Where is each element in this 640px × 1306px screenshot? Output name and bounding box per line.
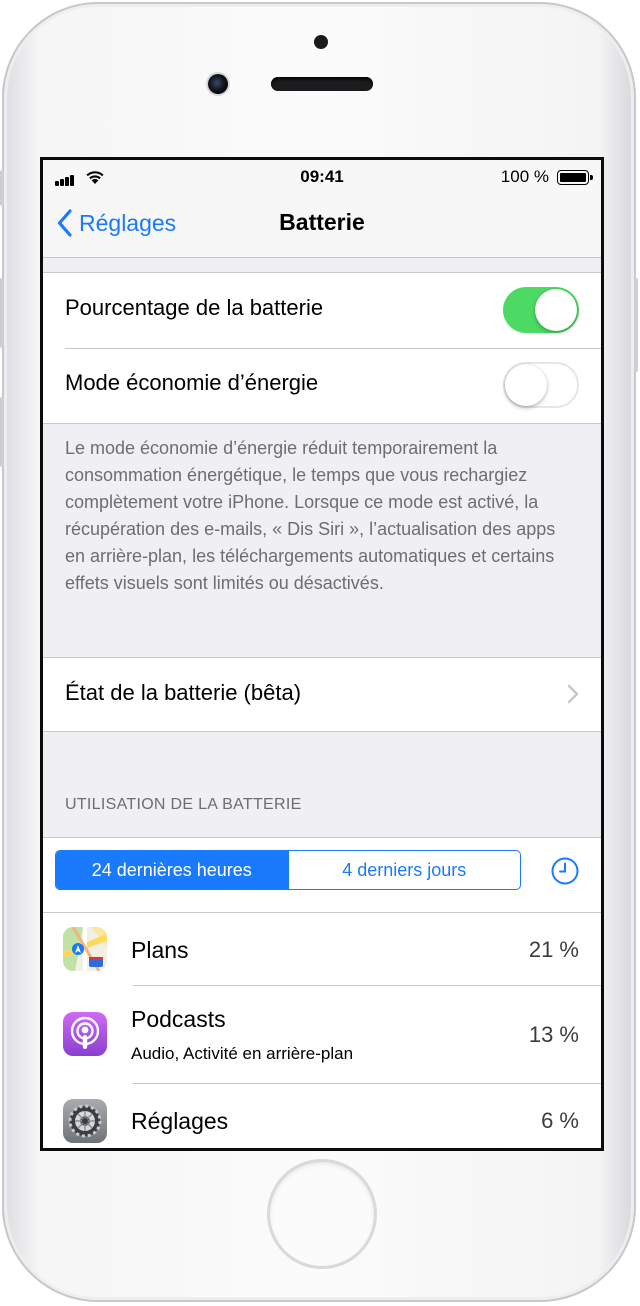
power-button bbox=[634, 278, 638, 372]
app-name: Réglages bbox=[131, 1108, 229, 1134]
battery-health-row[interactable]: État de la batterie (bêta) bbox=[43, 658, 601, 731]
front-camera bbox=[208, 74, 228, 94]
app-usage-row-reglages[interactable]: Réglages 6 % bbox=[43, 1085, 601, 1148]
proximity-sensor bbox=[314, 35, 328, 49]
volume-up-button bbox=[0, 278, 4, 348]
battery-percentage-toggle[interactable] bbox=[503, 287, 579, 333]
divider bbox=[133, 1083, 601, 1084]
app-percent: 6 % bbox=[541, 1108, 579, 1133]
battery-icon bbox=[557, 170, 593, 185]
volume-down-button bbox=[0, 397, 4, 467]
app-percent: 13 % bbox=[528, 1022, 579, 1047]
toggle-knob bbox=[535, 289, 577, 331]
maps-app-icon bbox=[63, 927, 107, 971]
low-power-mode-footnote: Le mode économie d’énergie réduit tempor… bbox=[65, 438, 556, 593]
chevron-right-icon bbox=[567, 684, 579, 704]
app-name: Podcasts bbox=[131, 1006, 226, 1032]
home-button[interactable] bbox=[270, 1162, 374, 1266]
page-title: Batterie bbox=[279, 209, 365, 235]
segment-24-hours[interactable]: 24 dernières heures bbox=[56, 851, 288, 889]
battery-percentage-label: Pourcentage de la batterie bbox=[65, 295, 324, 320]
app-percent: 21 % bbox=[528, 937, 579, 962]
app-usage-row-podcasts[interactable]: Podcasts Audio, Activité en arrière-plan… bbox=[43, 986, 601, 1084]
toggle-knob bbox=[505, 364, 547, 406]
battery-percent-text: 100 % bbox=[500, 167, 549, 186]
app-subtitle: Audio, Activité en arrière-plan bbox=[131, 1044, 354, 1063]
status-bar: 09:41 100 % bbox=[43, 160, 601, 194]
earpiece-speaker bbox=[271, 77, 373, 91]
battery-percentage-row: Pourcentage de la batterie bbox=[43, 273, 601, 348]
low-power-mode-row: Mode économie d’énergie bbox=[43, 348, 601, 423]
screen: 09:41 100 % Réglages Batterie Pourcentag… bbox=[40, 157, 604, 1151]
clock-icon[interactable] bbox=[551, 857, 579, 885]
navigation-bar: 09:41 100 % Réglages Batterie bbox=[43, 160, 601, 258]
battery-health-group: État de la batterie (bêta) bbox=[43, 657, 601, 732]
battery-settings-group: Pourcentage de la batterie Mode économie… bbox=[43, 272, 601, 424]
app-name: Plans bbox=[131, 937, 189, 963]
app-usage-row-plans[interactable]: Plans 21 % bbox=[43, 913, 601, 986]
battery-health-label: État de la batterie (bêta) bbox=[65, 680, 302, 705]
mute-switch bbox=[0, 170, 4, 206]
low-power-mode-toggle[interactable] bbox=[503, 362, 579, 408]
segment-4-days[interactable]: 4 derniers jours bbox=[287, 851, 521, 889]
battery-usage-header: UTILISATION DE LA BATTERIE bbox=[65, 796, 302, 813]
usage-period-segmented-control: 24 dernières heures 4 derniers jours bbox=[55, 850, 521, 890]
iphone-device-frame: 09:41 100 % Réglages Batterie Pourcentag… bbox=[0, 2, 638, 1302]
settings-app-icon bbox=[63, 1099, 107, 1143]
podcasts-app-icon bbox=[63, 1012, 107, 1056]
low-power-mode-label: Mode économie d’énergie bbox=[65, 370, 319, 395]
